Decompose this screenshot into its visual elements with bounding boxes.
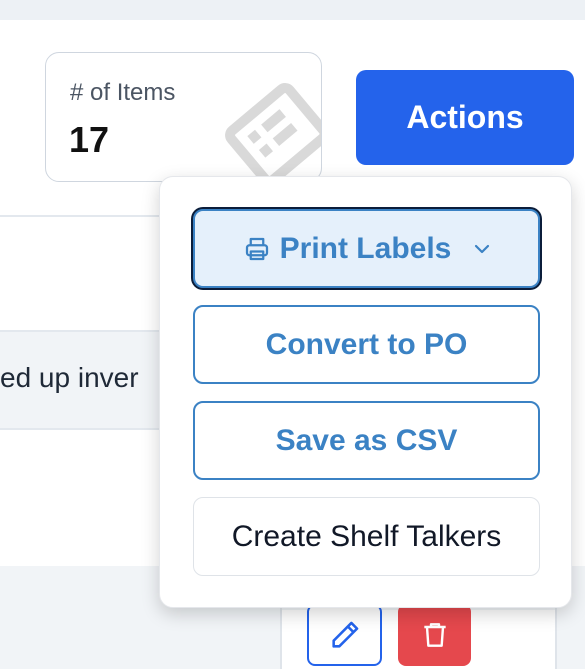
table-divider: [0, 330, 160, 332]
actions-dropdown-menu: Print Labels Convert to PO Save as CSV C…: [159, 176, 572, 608]
table-cell-text: ed up inver: [0, 362, 139, 393]
tag-icon: [225, 83, 321, 181]
trash-icon: [423, 623, 446, 647]
convert-to-po-button[interactable]: Convert to PO: [193, 305, 540, 384]
print-labels-button[interactable]: Print Labels: [193, 209, 540, 288]
print-labels-label: Print Labels: [279, 231, 452, 265]
items-count-card: # of Items 17: [45, 52, 322, 182]
printer-icon: [242, 234, 272, 264]
table-divider: [0, 215, 160, 217]
delete-button[interactable]: [398, 604, 471, 666]
table-divider: [0, 428, 160, 430]
items-count-value: 17: [69, 119, 110, 160]
create-shelf-talkers-button[interactable]: Create Shelf Talkers: [193, 497, 540, 576]
chevron-down-icon: [473, 243, 491, 255]
edit-button[interactable]: [307, 604, 382, 666]
top-strip: [0, 0, 585, 20]
items-count-label: # of Items: [70, 79, 176, 106]
save-as-csv-button[interactable]: Save as CSV: [193, 401, 540, 480]
pencil-icon: [331, 621, 358, 648]
actions-button[interactable]: Actions: [356, 70, 574, 165]
